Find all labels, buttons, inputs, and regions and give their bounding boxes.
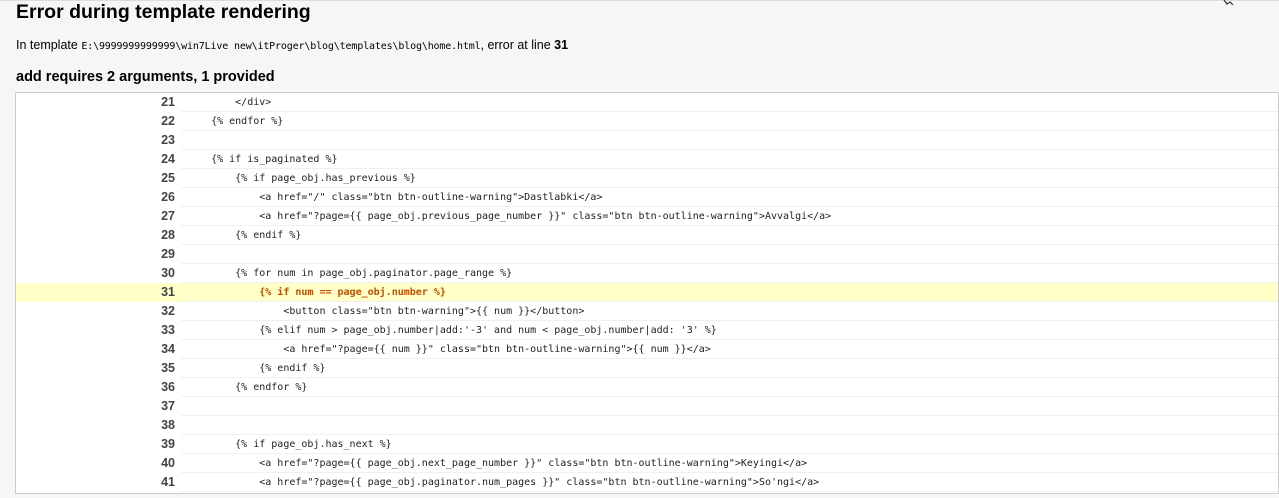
line-code: {% endfor %} [187,116,284,127]
line-code: {% if page_obj.has_next %} [187,439,392,450]
line-code: {% endif %} [187,363,326,374]
line-number: 26 [16,188,181,207]
source-line: 37 [16,397,1278,416]
source-line: 26 <a href="/" class="btn btn-outline-wa… [16,188,1278,207]
source-line: 29 [16,245,1278,264]
source-line: 28 {% endif %} [16,226,1278,245]
line-number: 37 [16,397,181,416]
line-number: 25 [16,169,181,188]
line-number: 21 [16,93,181,112]
line-number: 40 [16,454,181,473]
line-number: 32 [16,302,181,321]
info-prefix: In template [16,38,82,52]
source-line: 32 <button class="btn btn-warning">{{ nu… [16,302,1278,321]
line-number: 34 [16,340,181,359]
source-line: 25 {% if page_obj.has_previous %} [16,169,1278,188]
source-line: 38 [16,416,1278,435]
line-code: <a href="?page={{ page_obj.previous_page… [187,211,832,222]
line-code: <a href="?page={{ page_obj.next_page_num… [187,458,808,469]
line-number: 39 [16,435,181,454]
line-code: {% elif num > page_obj.number|add:'-3' a… [187,325,717,336]
line-number: 36 [16,378,181,397]
error-message: add requires 2 arguments, 1 provided [16,69,275,85]
source-line: 23 [16,131,1278,150]
source-line-error: 31 {% if num == page_obj.number %} [16,283,1278,302]
source-rows: 21 </div> 22 {% endfor %} 23 24 {% if is_pa… [16,93,1278,492]
line-code: {% if is_paginated %} [187,154,338,165]
error-line-number: 31 [554,38,569,52]
template-info: In template E:\9999999999999\win7Live ne… [16,37,568,55]
line-code: {% endfor %} [187,382,308,393]
line-number: 30 [16,264,181,283]
source-line: 36 {% endfor %} [16,378,1278,397]
line-number: 23 [16,131,181,150]
source-line: 35 {% endif %} [16,359,1278,378]
line-code: {% endif %} [187,230,302,241]
source-line: 24 {% if is_paginated %} [16,150,1278,169]
source-line: 40 <a href="?page={{ page_obj.next_page_… [16,454,1278,473]
source-line: 27 <a href="?page={{ page_obj.previous_p… [16,207,1278,226]
source-line: 41 <a href="?page={{ page_obj.paginator.… [16,473,1278,492]
line-number: 22 [16,112,181,131]
line-number: 28 [16,226,181,245]
line-number: 27 [16,207,181,226]
page-title: Error during template rendering [16,1,311,23]
line-number: 38 [16,416,181,435]
line-number: 31 [16,283,181,302]
line-number: 33 [16,321,181,340]
mouse-cursor-icon [1223,0,1234,5]
line-code: <a href="?page={{ num }}" class="btn btn… [187,344,711,355]
line-number: 41 [16,473,181,492]
source-line: 21 </div> [16,93,1278,112]
line-code: {% if num == page_obj.number %} [187,287,446,298]
source-line: 34 <a href="?page={{ num }}" class="btn … [16,340,1278,359]
source-line: 33 {% elif num > page_obj.number|add:'-3… [16,321,1278,340]
line-code: <a href="?page={{ page_obj.paginator.num… [187,477,820,488]
source-listing[interactable]: 21 </div> 22 {% endfor %} 23 24 {% if is_pa… [15,92,1279,494]
line-code: {% for num in page_obj.paginator.page_ra… [187,268,513,279]
line-number: 29 [16,245,181,264]
line-code: <a href="/" class="btn btn-outline-warni… [187,192,603,203]
line-number: 35 [16,359,181,378]
source-line: 22 {% endfor %} [16,112,1278,131]
line-code: </div> [187,97,272,108]
line-code: {% if page_obj.has_previous %} [187,173,416,184]
source-line: 30 {% for num in page_obj.paginator.page… [16,264,1278,283]
info-middle: , error at line [480,38,555,52]
source-line: 39 {% if page_obj.has_next %} [16,435,1278,454]
line-number: 24 [16,150,181,169]
template-path: E:\9999999999999\win7Live new\itProger\b… [81,41,481,52]
line-code: <button class="btn btn-warning">{{ num }… [187,306,585,317]
